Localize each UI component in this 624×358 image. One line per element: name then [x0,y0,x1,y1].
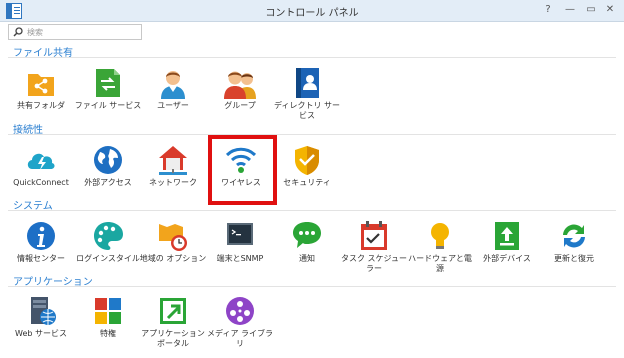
item-terminal-snmp[interactable]: 端末とSNMP [205,219,275,285]
directory-service-icon [296,68,319,98]
item-network[interactable]: ネットワーク [138,143,208,209]
item-label: メディア ライブラリ [207,329,273,348]
item-group[interactable]: グループ [205,66,275,132]
item-media-library[interactable]: メディア ライブラリ [205,294,275,358]
title-bar: コントロール パネル ? — ▭ ✕ [0,0,624,22]
info-center-icon [27,222,55,250]
security-icon [295,146,319,175]
web-services-icon [31,297,56,325]
item-label: 端末とSNMP [216,254,264,263]
privileges-icon [95,298,121,324]
item-directory-service[interactable]: ディレクトリ サービス [272,66,342,132]
item-label: 共有フォルダ [17,101,65,110]
search-input[interactable]: 検索 [8,24,142,40]
item-label: グループ [224,101,256,110]
application-portal-icon [160,298,186,324]
external-devices-icon [495,222,519,250]
item-user[interactable]: ユーザー [138,66,208,132]
close-button[interactable]: ✕ [603,3,617,17]
regional-options-icon [159,224,187,251]
item-label: ネットワーク [149,178,197,187]
item-web-services[interactable]: Web サービス [6,294,76,358]
item-security[interactable]: セキュリティ [272,143,342,209]
item-label: Web サービス [15,329,67,338]
item-privileges[interactable]: 特権 [73,294,143,358]
group-icon [224,71,256,99]
item-label: ディレクトリ サービス [274,101,340,120]
notification-icon [293,222,321,248]
item-label: 更新と復元 [554,254,594,263]
item-label: QuickConnect [13,178,69,187]
item-label: セキュリティ [283,178,331,187]
item-regional-options[interactable]: 地域の オプション [138,219,208,285]
help-button[interactable]: ? [541,3,555,17]
section-divider [8,134,616,135]
search-icon [13,27,23,37]
item-label: ユーザー [157,101,189,110]
search-placeholder: 検索 [27,28,43,37]
update-restore-icon [563,224,585,248]
minimize-button[interactable]: — [563,3,577,17]
item-label: 外部デバイス [483,254,531,263]
item-file-services[interactable]: ファイル サービス [73,66,143,132]
network-icon [159,146,187,175]
item-external-access[interactable]: 外部アクセス [73,143,143,209]
item-label: 外部アクセス [84,178,132,187]
login-style-icon [94,222,123,250]
window-title: コントロール パネル [265,8,359,19]
item-label: 地域の オプション [139,254,207,263]
user-icon [161,71,185,99]
item-hardware-power[interactable]: ハードウェアと電源 [405,219,475,285]
item-application-portal[interactable]: アプリケーション ポータル [138,294,208,358]
section-divider [8,210,616,211]
item-label: 情報センター [17,254,65,263]
maximize-button[interactable]: ▭ [584,3,598,17]
item-label: タスク スケジューラー [341,254,407,273]
file-services-icon [96,69,120,97]
hardware-power-icon [431,223,449,249]
shared-folder-icon [28,74,54,96]
media-library-icon [226,297,254,325]
task-scheduler-icon [361,221,387,250]
item-task-scheduler[interactable]: タスク スケジューラー [339,219,409,285]
external-access-icon [94,146,122,174]
item-notification[interactable]: 通知 [272,219,342,285]
item-label: ハードウェアと電源 [408,254,472,273]
item-update-restore[interactable]: 更新と復元 [539,219,609,285]
item-external-devices[interactable]: 外部デバイス [472,219,542,285]
item-label: ログインスタイル [76,254,140,263]
section-divider [8,286,616,287]
terminal-snmp-icon [227,223,253,245]
item-label: アプリケーション ポータル [141,329,205,348]
item-label: 通知 [299,254,315,263]
section-divider [8,57,616,58]
item-label: 特権 [100,329,116,338]
item-label: ファイル サービス [74,101,142,110]
quickconnect-icon [27,153,55,170]
highlight-box [208,135,277,205]
